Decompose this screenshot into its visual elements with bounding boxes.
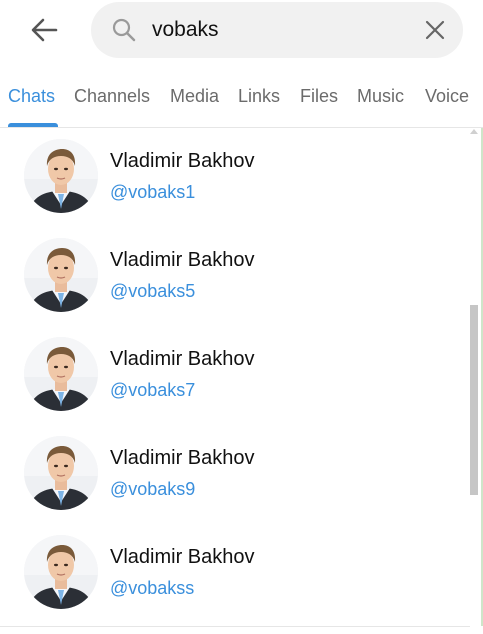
search-results-list: Vladimir Bakhov @vobaks1 Vladimir Bakhov… [0,128,470,626]
tab-channels[interactable]: Channels [74,86,150,107]
tab-links[interactable]: Links [238,86,280,107]
contact-username: @vobaks7 [110,380,196,400]
contact-username: @vobaks5 [110,281,196,301]
list-bottom-divider [0,626,470,627]
contact-name: Vladimir Bakhov [110,546,255,568]
contact-name: Vladimir Bakhov [110,150,255,172]
contact-name: Vladimir Bakhov [110,348,255,370]
contact-name: Vladimir Bakhov [110,447,255,469]
search-input[interactable] [152,14,412,46]
close-icon [425,20,445,40]
arrow-left-icon [31,18,58,42]
list-item[interactable]: Vladimir Bakhov @vobaks7 [0,332,470,431]
list-item[interactable]: Vladimir Bakhov @vobaks9 [0,431,470,530]
avatar [24,535,98,609]
search-header [0,0,483,62]
clear-search-button[interactable] [421,16,449,44]
search-box[interactable] [91,2,463,58]
tab-chats[interactable]: Chats [8,86,55,107]
list-item[interactable]: Vladimir Bakhov @vobaks5 [0,233,470,332]
contact-username: @vobaks1 [110,182,196,202]
contact-name: Vladimir Bakhov [110,249,255,271]
avatar [24,238,98,312]
list-item[interactable]: Vladimir Bakhov @vobaks1 [0,134,470,233]
search-tabs: Chats Channels Media Links Files Music V… [0,72,483,128]
tab-media[interactable]: Media [170,86,219,107]
avatar [24,436,98,510]
back-button[interactable] [26,12,62,48]
list-item[interactable]: Vladimir Bakhov @vobakss [0,530,470,626]
scrollbar-thumb[interactable] [470,305,478,495]
contact-username: @vobaks9 [110,479,196,499]
contact-username: @vobakss [110,578,195,598]
search-icon [112,18,136,42]
scroll-up-arrow-icon[interactable] [470,129,478,134]
tab-music[interactable]: Music [357,86,404,107]
avatar [24,139,98,213]
tab-files[interactable]: Files [300,86,338,107]
avatar [24,337,98,411]
tab-voice[interactable]: Voice [425,86,469,107]
